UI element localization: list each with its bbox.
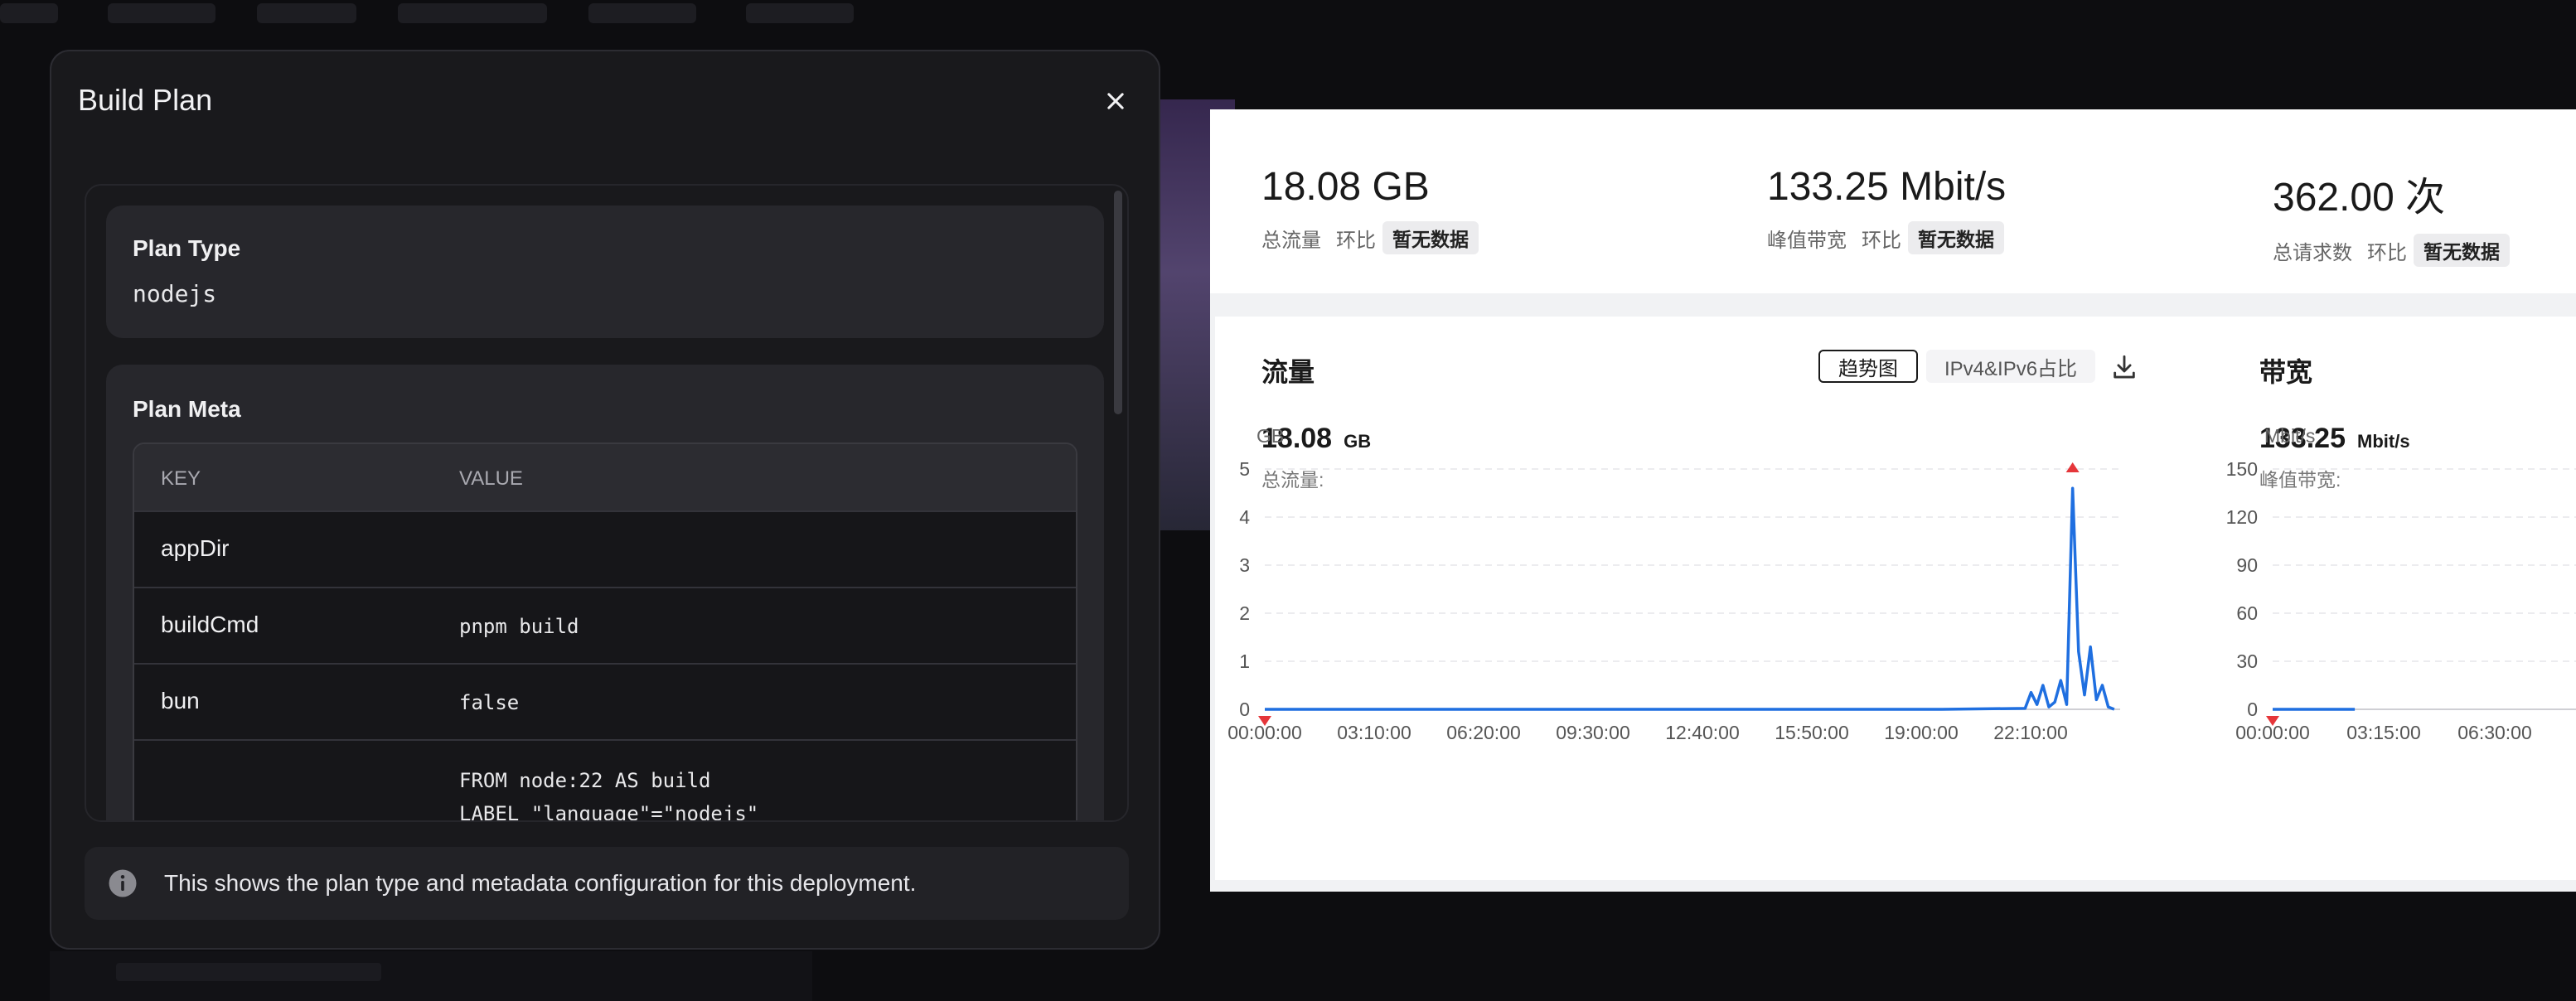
key-column-header: KEY (161, 467, 201, 490)
close-icon (1107, 93, 1124, 109)
row-key: bun (161, 688, 200, 713)
x-tick-label: 19:00:00 (1884, 722, 1959, 743)
modal-title: Build Plan (78, 83, 213, 117)
row-value: false (459, 691, 520, 714)
row-value: FROM node:22 AS build LABEL "language"="… (459, 769, 759, 822)
row-key: buildCmd (161, 612, 259, 637)
plan-type-card: Plan Type nodejs (106, 206, 1104, 338)
x-tick-label: 03:10:00 (1337, 722, 1411, 743)
y-tick-label: 4 (1239, 506, 1250, 528)
y-tick-label: 5 (1239, 458, 1250, 480)
row-key: appDir (161, 535, 230, 561)
stat-peak-bandwidth: 133.25 Mbit/s 峰值带宽 环比 暂无数据 (1767, 164, 2006, 254)
y-tick-label: 60 (2236, 602, 2258, 624)
stat-label: 总请求数 (2273, 241, 2352, 264)
stat-ratio-label: 环比 (2367, 241, 2407, 264)
y-tick-label: 1 (1239, 650, 1250, 672)
info-icon (109, 869, 137, 897)
charts-area: GB01234500:00:00 03:10:00 06:20:00 09:30:00… (1227, 425, 2576, 743)
x-tick-label: 15:50:00 (1775, 722, 1849, 743)
charts-card: 流量 趋势图 IPv4&IPv6占比 18.08 GB 总流量: 带宽 133.… (1215, 317, 2576, 880)
info-banner: This shows the plan type and metadata co… (85, 847, 1129, 920)
close-button[interactable] (1096, 81, 1135, 121)
build-plan-modal: Build Plan Plan Type nodejs Plan Meta KE… (50, 50, 1160, 950)
table-row: buildCmd pnpm build (134, 587, 1076, 663)
analytics-dashboard: 18.08 GB 总流量 环比 暂无数据 133.25 Mbit/s 峰值带宽 … (1210, 109, 2576, 892)
y-tick-label: 90 (2236, 554, 2258, 576)
status-badge: 暂无数据 (2414, 234, 2510, 267)
stat-value: 133.25 Mbit/s (1767, 165, 2007, 209)
status-badge: 暂无数据 (1382, 221, 1479, 254)
stat-value: 362.00 次 (2273, 176, 2446, 220)
plan-scroll-panel[interactable]: Plan Type nodejs Plan Meta KEY VALUE app… (85, 184, 1129, 822)
status-badge: 暂无数据 (1908, 221, 2004, 254)
plan-meta-label: Plan Meta (133, 396, 241, 422)
plan-type-value: nodejs (133, 280, 217, 307)
stat-total-traffic: 18.08 GB 总流量 环比 暂无数据 (1261, 164, 1479, 254)
background-footer-row (50, 951, 812, 1001)
plan-type-label: Plan Type (133, 235, 241, 261)
y-tick-label: 30 (2236, 650, 2258, 672)
stats-summary-card: 18.08 GB 总流量 环比 暂无数据 133.25 Mbit/s 峰值带宽 … (1210, 109, 2576, 293)
x-tick-label: 09:30:00 (1556, 722, 1630, 743)
x-tick-label: 06:20:00 (1446, 722, 1521, 743)
value-column-header: VALUE (459, 467, 523, 490)
stat-total-requests: 362.00 次 总请求数 环比 暂无数据 (2273, 164, 2510, 267)
y-tick-label: 120 (2226, 506, 2258, 528)
y-tick-label: 0 (2247, 699, 2258, 720)
max-value-marker (2065, 462, 2080, 472)
y-axis-unit-label: GB (1257, 425, 1284, 447)
row-value: pnpm build (459, 615, 579, 638)
info-text: This shows the plan type and metadata co… (164, 870, 917, 896)
plan-meta-table: KEY VALUE appDir buildCmd pnpm build bun… (133, 442, 1077, 822)
scrollbar-thumb[interactable] (1114, 191, 1122, 414)
y-tick-label: 3 (1239, 554, 1250, 576)
table-row: appDir (134, 510, 1076, 587)
plan-meta-card: Plan Meta KEY VALUE appDir buildCmd pnpm… (106, 365, 1104, 822)
stat-ratio-label: 环比 (1862, 229, 1901, 252)
stat-label: 总流量 (1261, 229, 1321, 252)
y-tick-label: 150 (2226, 458, 2258, 480)
y-tick-label: 2 (1239, 602, 1250, 624)
y-axis-unit-label: Mbit/s (2264, 425, 2315, 447)
table-header: KEY VALUE (134, 444, 1076, 510)
stat-ratio-label: 环比 (1336, 229, 1376, 252)
x-tick-label: 03:15:00 (2346, 722, 2421, 743)
x-tick-label: 12:40:00 (1665, 722, 1740, 743)
y-tick-label: 0 (1239, 699, 1250, 720)
table-row: FROM node:22 AS build LABEL "language"="… (134, 739, 1076, 822)
stat-value: 18.08 GB (1261, 165, 1430, 209)
stat-label: 峰值带宽 (1767, 229, 1847, 252)
x-tick-label: 22:10:00 (1993, 722, 2068, 743)
series-line (1265, 486, 2115, 711)
x-tick-label: 06:30:00 (2457, 722, 2532, 743)
table-row: bun false (134, 663, 1076, 739)
background-nav-bar (0, 0, 912, 30)
